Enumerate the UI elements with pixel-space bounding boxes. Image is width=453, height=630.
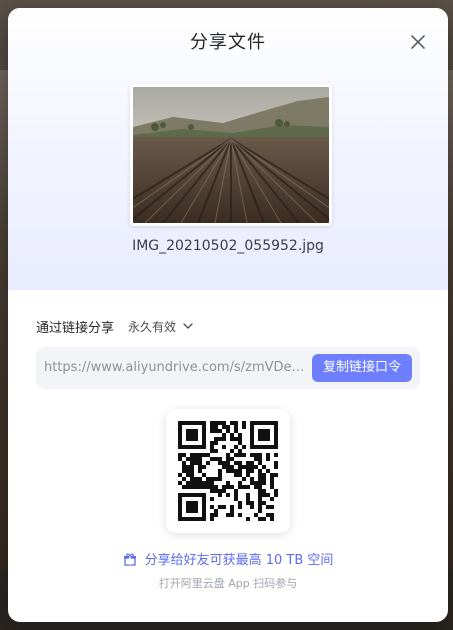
share-dialog: 分享文件 IMG_20210502_055952.jpg 通过链接分享 永久有效…	[8, 8, 448, 622]
share-options-row: 通过链接分享 永久有效	[36, 316, 194, 336]
close-button[interactable]	[406, 30, 430, 54]
share-link-box: https://www.aliyundrive.com/s/zmVDenu...…	[36, 347, 420, 389]
promo-subtext: 打开阿里云盘 App 扫码参与	[158, 577, 298, 590]
qr-code-card	[166, 409, 290, 533]
qr-code	[178, 421, 278, 521]
promo-link[interactable]: 分享给好友可获最高 10 TB 空间	[8, 549, 448, 568]
file-thumbnail	[130, 84, 332, 226]
copy-link-button[interactable]: 复制链接口令	[312, 354, 412, 382]
chevron-down-icon	[183, 323, 193, 329]
validity-value: 永久有效	[128, 319, 177, 334]
share-link-text[interactable]: https://www.aliyundrive.com/s/zmVDenu...	[44, 347, 306, 389]
file-name: IMG_20210502_055952.jpg	[132, 238, 324, 254]
promo-text: 分享给好友可获最高 10 TB 空间	[144, 553, 334, 568]
validity-dropdown[interactable]: 永久有效	[128, 318, 194, 335]
share-method-label: 通过链接分享	[36, 320, 115, 336]
gift-icon	[123, 553, 136, 566]
dialog-title: 分享文件	[190, 32, 266, 53]
close-icon	[411, 35, 425, 49]
